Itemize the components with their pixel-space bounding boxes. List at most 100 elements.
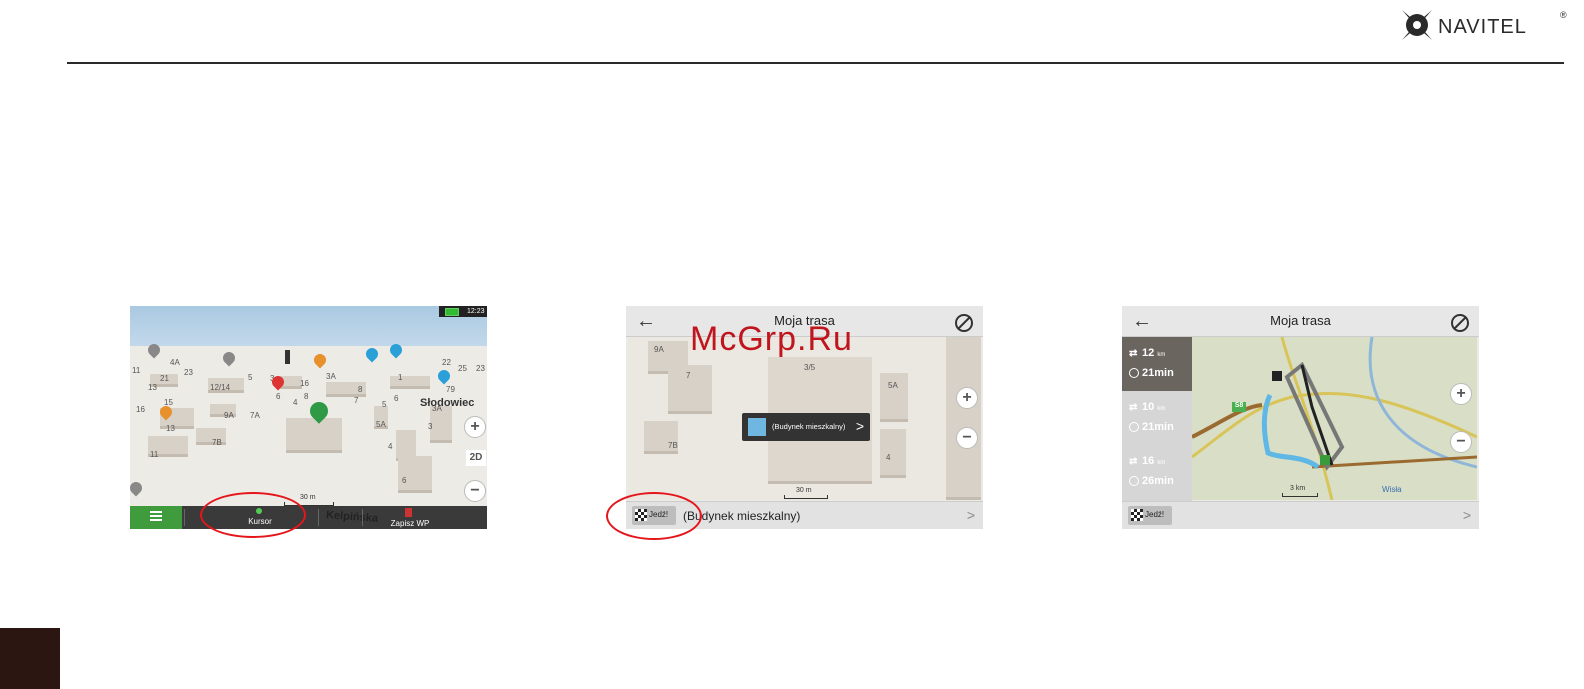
status-time: 12:23 [467,308,485,315]
point-tooltip[interactable]: (Budynek mieszkalny) > [742,413,870,441]
house-number: 7B [668,441,678,450]
zoom-out-button[interactable]: − [1450,431,1472,453]
registered-mark: ® [1560,10,1567,20]
house-number: 6 [276,392,281,401]
view-mode-button[interactable]: 2D [466,450,486,466]
house-number: 21 [160,374,169,383]
zoom-in-button[interactable]: + [956,387,978,409]
house-number: 5 [382,400,387,409]
house-number: 4 [293,398,298,407]
house-number: 9A [654,345,664,354]
traffic-light-icon [285,350,290,364]
route-option[interactable]: ⇄ 10 km 21min [1122,391,1192,445]
building [390,376,430,389]
divider [184,509,185,526]
street-label: Słodowiec [420,397,475,409]
no-gps-icon[interactable] [1451,314,1469,332]
route-option[interactable]: ⇄ 16 km 26min [1122,445,1192,499]
route-footer: Jedź! > [1122,501,1479,529]
route-distance: 16 [1142,455,1155,467]
house-number: 7A [250,411,260,420]
building [946,337,981,500]
highlight-ellipse [200,492,306,538]
route-duration: 26min [1142,475,1174,487]
zoom-out-button[interactable]: − [956,427,978,449]
building [286,418,342,453]
house-number: 1 [398,373,403,382]
river-label: Wisła [1382,485,1402,494]
screen-route-overview: ← Moja trasa ⇄ 12 km 21min ⇄ 10 km 21min… [1122,306,1479,529]
house-number: 4 [886,453,891,462]
route-option[interactable]: ⇄ 12 km 21min [1122,337,1192,391]
page-title: Moja trasa [1270,313,1331,328]
distance-icon: ⇄ [1129,402,1138,413]
header-bar: ← Moja trasa [1122,306,1479,337]
scale-label: 3 km [1290,485,1306,492]
no-gps-icon[interactable] [955,314,973,332]
chevron-right-icon[interactable]: > [967,507,975,523]
chevron-right-icon[interactable]: > [1463,507,1471,523]
house-number: 22 [442,358,451,367]
road-badge: S8 [1232,402,1246,412]
house-number: 79 [446,385,455,394]
house-number: 23 [184,368,193,377]
bottom-toolbar: Kursor Kelpińska Zapisz WP [130,506,487,529]
house-number: 6 [394,394,399,403]
distance-icon: ⇄ [1129,348,1138,359]
scale-label: 30 m [300,494,316,501]
watermark: McGrp.Ru [690,320,853,358]
zoom-in-button[interactable]: + [1450,383,1472,405]
route-options: ⇄ 12 km 21min ⇄ 10 km 21min ⇄ 16 km 26mi… [1122,337,1192,501]
divider [318,509,319,526]
house-number: 16 [136,405,145,414]
house-number: 7B [212,438,222,447]
route-distance: 10 [1142,401,1155,413]
building [398,456,432,493]
tooltip-arrow-icon[interactable]: > [856,418,864,434]
house-number: 6 [402,476,407,485]
zoom-in-button[interactable]: + [464,416,486,438]
home-icon [748,418,766,436]
route-map-drawing [1192,337,1477,500]
map-view[interactable]: 9A 7 3/5 5A 7B 4 + − 30 m (Budynek miesz… [628,337,981,500]
navitel-logo-icon [1402,10,1432,40]
house-number: 5A [888,381,898,390]
go-button[interactable]: Jedź! [1128,506,1172,525]
navitel-logo: NAVITEL ® [1398,4,1568,44]
house-number: 9A [224,411,234,420]
house-number: 11 [132,366,141,375]
house-number: 12/14 [210,383,231,392]
house-number: 8 [304,392,309,401]
route-distance: 12 [1142,347,1155,359]
house-number: 13 [148,383,157,392]
house-number: 13 [166,424,175,433]
house-number: 4A [170,358,180,367]
save-waypoint-icon [405,508,412,517]
house-number: 3/5 [804,363,816,372]
status-bar: 12:23 [439,306,487,317]
header-rule [67,62,1564,64]
scale-bar [1282,493,1318,497]
distance-icon: ⇄ [1129,456,1138,467]
clock-icon [1129,422,1139,432]
house-number: 5 [248,373,253,382]
route-unit: km [1157,460,1166,466]
house-number: 3 [428,422,433,431]
brand-name: NAVITEL [1438,16,1527,38]
clock-icon [1129,476,1139,486]
menu-icon [150,511,162,513]
zoom-out-button[interactable]: − [464,480,486,502]
route-map[interactable]: S8 Wisła 3 km + − [1192,337,1477,500]
building [880,429,906,478]
house-number: 25 [458,364,467,373]
scale-label: 30 m [796,487,812,494]
page-corner-tab [0,628,60,689]
save-waypoint-button[interactable]: Zapisz WP [380,519,440,528]
house-number: 23 [476,364,485,373]
highlight-ellipse [606,492,702,540]
checkered-flag-icon [1131,509,1143,521]
house-number: 8 [358,385,363,394]
house-number: 11 [150,450,159,459]
house-number: 7 [686,371,691,380]
menu-button[interactable] [130,506,182,529]
